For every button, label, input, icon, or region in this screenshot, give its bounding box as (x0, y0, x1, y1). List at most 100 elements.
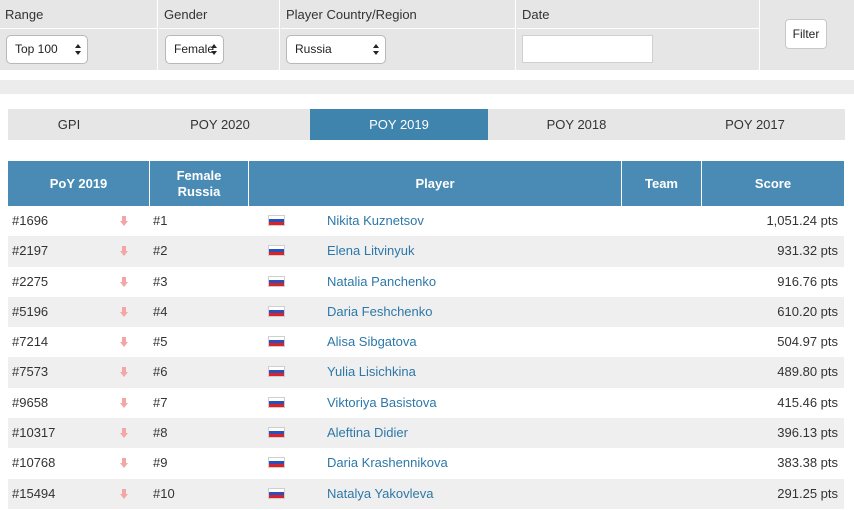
country-rank: #8 (153, 425, 168, 441)
range-filter: Range Top 100 (0, 0, 158, 70)
player-score: 489.80 pts (777, 364, 838, 380)
tab-poy-2019[interactable]: POY 2019 (310, 109, 488, 140)
russia-flag-icon (268, 336, 285, 348)
russia-flag-icon (268, 396, 285, 408)
country-rank: #5 (153, 334, 168, 350)
trend-down-icon (120, 276, 128, 287)
poy-rank: #1696 (12, 213, 49, 228)
date-input[interactable] (522, 35, 653, 63)
filter-button[interactable]: Filter (785, 19, 827, 49)
table-row: #10768 #9 Daria Krashennikova 383.38 pts (8, 448, 844, 479)
player-name-link[interactable]: Natalya Yakovleva (327, 479, 433, 509)
country-rank: #3 (153, 273, 168, 289)
range-label: Range (5, 7, 44, 22)
russia-flag-icon (268, 245, 285, 257)
select-caret-icon (373, 42, 381, 58)
trend-down-icon (120, 306, 128, 317)
russia-flag-icon (268, 427, 285, 439)
separator-bar (0, 80, 854, 94)
poy-rank: #2197 (12, 243, 49, 259)
trend-down-icon (120, 488, 128, 499)
tab-poy-2020[interactable]: POY 2020 (130, 109, 310, 140)
country-rank: #1 (153, 213, 168, 228)
table-row: #2197 #2 Elena Litvinyuk 931.32 pts (8, 236, 844, 267)
table-row: #2275 #3 Natalia Panchenko 916.76 pts (8, 266, 844, 297)
russia-flag-icon (268, 487, 285, 499)
player-score: 291.25 pts (777, 485, 838, 501)
header-female-russia[interactable]: Female Russia (150, 161, 249, 206)
player-score: 504.97 pts (777, 334, 838, 350)
header-poy[interactable]: PoY 2019 (8, 161, 150, 206)
ranking-table-body: #1696 #1 Nikita Kuznetsov 1,051.24 pts #2197… (8, 206, 844, 509)
player-name-link[interactable]: Alisa Sibgatova (327, 327, 417, 357)
russia-flag-icon (268, 457, 285, 469)
trend-down-icon (120, 397, 128, 408)
tab-poy-2017[interactable]: POY 2017 (665, 109, 845, 140)
russia-flag-icon (268, 275, 285, 287)
player-score: 383.38 pts (777, 455, 838, 471)
country-filter: Player Country/Region Russia (281, 0, 516, 70)
filter-bar: Range Top 100 Gender Female Player Count… (0, 0, 854, 70)
poy-rank: #9658 (12, 394, 49, 410)
player-score: 916.76 pts (777, 273, 838, 289)
trend-down-icon (120, 246, 128, 257)
player-name-link[interactable]: Daria Feshchenko (327, 297, 433, 327)
trend-down-icon (120, 458, 128, 469)
range-select-value: Top 100 (15, 42, 58, 56)
country-select[interactable]: Russia (286, 35, 386, 64)
gender-select-value: Female (174, 42, 215, 56)
gender-filter: Gender Female (159, 0, 280, 70)
country-rank: #9 (153, 455, 168, 471)
select-caret-icon (211, 42, 219, 58)
header-player[interactable]: Player (249, 161, 622, 206)
date-label: Date (522, 7, 550, 22)
country-rank: #7 (153, 394, 168, 410)
ranking-tabs: GPI POY 2020 POY 2019 POY 2018 POY 2017 (8, 109, 845, 140)
player-name-link[interactable]: Daria Krashennikova (327, 448, 448, 478)
player-name-link[interactable]: Viktoriya Basistova (327, 388, 437, 418)
poy-rank: #5196 (12, 303, 49, 319)
poy-rank: #7214 (12, 334, 49, 350)
country-rank: #4 (153, 303, 168, 319)
trend-down-icon (120, 367, 128, 378)
table-row: #15494 #10 Natalya Yakovleva 291.25 pts (8, 478, 844, 509)
player-name-link[interactable]: Yulia Lisichkina (327, 357, 416, 387)
country-rank: #10 (153, 485, 175, 501)
ranking-table-header: PoY 2019 Female Russia Player Team Score (8, 161, 844, 206)
russia-flag-icon (268, 305, 285, 317)
player-score: 415.46 pts (777, 394, 838, 410)
table-row: #7214 #5 Alisa Sibgatova 504.97 pts (8, 327, 844, 358)
player-score: 610.20 pts (777, 303, 838, 319)
select-caret-icon (75, 42, 83, 58)
player-name-link[interactable]: Aleftina Didier (327, 418, 408, 448)
table-row: #10317 #8 Aleftina Didier 396.13 pts (8, 418, 844, 449)
header-female: Female (176, 167, 222, 183)
country-select-value: Russia (295, 42, 332, 56)
player-score: 1,051.24 pts (766, 213, 838, 228)
player-name-link[interactable]: Nikita Kuznetsov (327, 206, 424, 236)
header-team[interactable]: Team (622, 161, 702, 206)
country-label: Player Country/Region (286, 7, 417, 22)
russia-flag-icon (268, 366, 285, 378)
trend-down-icon (120, 337, 128, 348)
header-russia: Russia (177, 183, 221, 199)
gender-label: Gender (164, 7, 208, 22)
table-row: #1696 #1 Nikita Kuznetsov 1,051.24 pts (8, 206, 844, 237)
poy-rank: #10317 (12, 425, 56, 441)
trend-down-icon (120, 216, 128, 226)
tab-gpi[interactable]: GPI (8, 109, 130, 140)
table-row: #7573 #6 Yulia Lisichkina 489.80 pts (8, 357, 844, 388)
player-name-link[interactable]: Elena Litvinyuk (327, 236, 414, 266)
table-row: #9658 #7 Viktoriya Basistova 415.46 pts (8, 387, 844, 419)
range-select[interactable]: Top 100 (6, 35, 88, 64)
poy-rank: #10768 (12, 455, 56, 471)
trend-down-icon (120, 428, 128, 439)
player-name-link[interactable]: Natalia Panchenko (327, 267, 436, 297)
poy-rank: #7573 (12, 364, 49, 380)
tab-poy-2018[interactable]: POY 2018 (488, 109, 665, 140)
gender-select[interactable]: Female (165, 35, 224, 64)
player-score: 396.13 pts (777, 425, 838, 441)
player-score: 931.32 pts (777, 243, 838, 259)
poy-rank: #15494 (12, 485, 56, 501)
header-score[interactable]: Score (702, 161, 844, 206)
